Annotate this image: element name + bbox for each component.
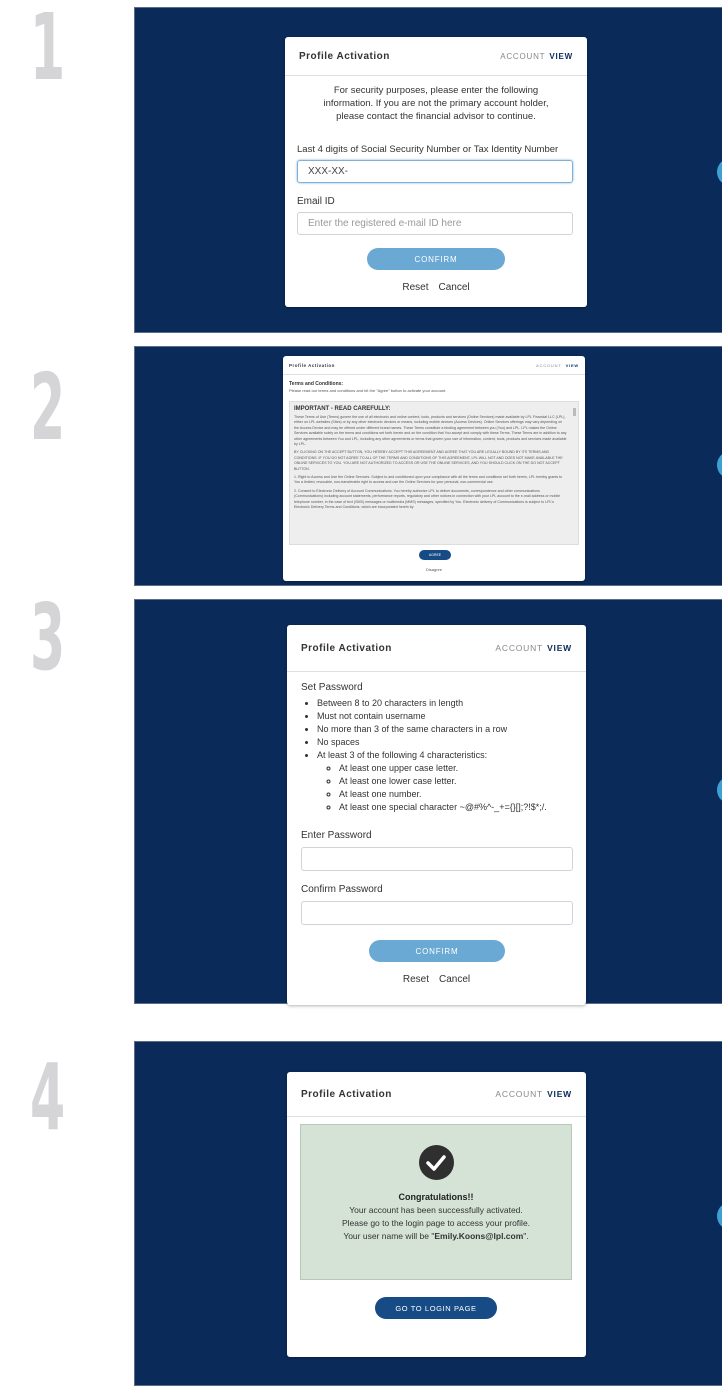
rule-item: No more than 3 of the same characters in…: [317, 723, 547, 736]
enter-password-label: Enter Password: [301, 830, 372, 841]
side-indicator: [717, 776, 722, 804]
subrule-item: At least one lower case letter.: [339, 775, 547, 788]
go-to-login-button[interactable]: GO TO LOGIN PAGE: [375, 1297, 497, 1319]
rule-item: Between 8 to 20 characters in length: [317, 697, 547, 710]
reset-link[interactable]: Reset: [402, 282, 428, 293]
profile-activation-card: Profile Activation ACCOUNT VIEW For secur…: [285, 37, 587, 307]
account-view-link[interactable]: ACCOUNT VIEW: [495, 1089, 572, 1099]
subrule-item: At least one number.: [339, 788, 547, 801]
username-value: Emily.Koons@lpl.com: [434, 1231, 524, 1241]
card-title: Profile Activation: [299, 50, 390, 62]
scrollbar-thumb[interactable]: [573, 408, 576, 416]
account-view-link[interactable]: ACCOUNT VIEW: [536, 363, 579, 368]
confirm-button[interactable]: CONFIRM: [367, 248, 505, 270]
success-message-box: Congratulations!! Your account has been …: [300, 1124, 572, 1280]
card-title: Profile Activation: [301, 1088, 392, 1100]
panel-step-1: Profile Activation ACCOUNT VIEW For secur…: [134, 7, 722, 333]
side-indicator: [717, 1202, 722, 1230]
step-number-2: 2: [30, 354, 65, 461]
terms-paragraph: BY CLICKING ON THE ACCEPT BUTTON, YOU HE…: [294, 450, 563, 471]
ssn-input[interactable]: XXX-XX-: [297, 160, 573, 183]
email-input[interactable]: Enter the registered e-mail ID here: [297, 212, 573, 235]
set-password-heading: Set Password: [301, 682, 363, 693]
terms-paragraph: 1. Right to Access and Use the Online Se…: [294, 475, 563, 485]
terms-subheading: Please read our terms and conditions and…: [289, 388, 447, 393]
set-password-card: Profile Activation ACCOUNT VIEW Set Passw…: [287, 625, 586, 1005]
success-card: Profile Activation ACCOUNT VIEW Congratul…: [287, 1072, 586, 1357]
terms-card: Profile Activation ACCOUNT VIEW Terms and…: [283, 356, 585, 581]
step-number-1: 1: [30, 0, 65, 101]
email-label: Email ID: [297, 196, 335, 207]
side-indicator: [717, 451, 722, 479]
rule-item: Must not contain username: [317, 710, 547, 723]
card-title: Profile Activation: [301, 642, 392, 654]
agree-button[interactable]: AGREE: [419, 550, 451, 560]
account-view-link[interactable]: ACCOUNT VIEW: [500, 52, 573, 61]
step-number-3: 3: [30, 584, 65, 691]
check-circle-icon: [418, 1145, 454, 1180]
account-view-link[interactable]: ACCOUNT VIEW: [495, 643, 572, 653]
reset-link[interactable]: Reset: [403, 974, 429, 985]
card-title: Profile Activation: [289, 362, 335, 368]
terms-paragraph: These Terms of Use (Terms) govern the us…: [294, 415, 567, 447]
terms-heading: Terms and Conditions:: [289, 381, 344, 387]
success-line: Your account has been successfully activ…: [349, 1205, 523, 1215]
security-intro: For security purposes, please enter the …: [323, 85, 549, 122]
success-line: Please go to the login page to access yo…: [341, 1218, 531, 1228]
side-indicator: [717, 158, 722, 186]
panel-step-4: Profile Activation ACCOUNT VIEW Congratul…: [134, 1041, 722, 1386]
confirm-password-input[interactable]: [301, 901, 573, 925]
confirm-button[interactable]: CONFIRM: [369, 940, 505, 962]
password-rules: Between 8 to 20 characters in length Mus…: [303, 697, 547, 814]
subrule-item: At least one special character ~@#%^-_+=…: [339, 801, 547, 814]
rule-item: At least 3 of the following 4 characteri…: [317, 749, 547, 814]
username-line: Your user name will be "Emily.Koons@lpl.…: [343, 1231, 529, 1241]
congrats-heading: Congratulations!!: [398, 1192, 474, 1202]
terms-scroll-box[interactable]: IMPORTANT - READ CAREFULLY: These Terms …: [289, 401, 579, 545]
subrule-item: At least one upper case letter.: [339, 762, 547, 775]
panel-step-2: Profile Activation ACCOUNT VIEW Terms and…: [134, 346, 722, 586]
rule-item: No spaces: [317, 736, 547, 749]
enter-password-input[interactable]: [301, 847, 573, 871]
cancel-link[interactable]: Cancel: [439, 974, 470, 985]
step-number-4: 4: [30, 1044, 65, 1151]
confirm-password-label: Confirm Password: [301, 884, 383, 895]
panel-step-3: Profile Activation ACCOUNT VIEW Set Passw…: [134, 599, 722, 1005]
cancel-link[interactable]: Cancel: [438, 282, 469, 293]
disagree-link[interactable]: Disagree: [283, 567, 585, 572]
terms-paragraph: 2. Consent to Electronic Delivery of Acc…: [294, 488, 561, 510]
ssn-label: Last 4 digits of Social Security Number …: [297, 144, 559, 155]
terms-important: IMPORTANT - READ CAREFULLY:: [294, 406, 391, 412]
